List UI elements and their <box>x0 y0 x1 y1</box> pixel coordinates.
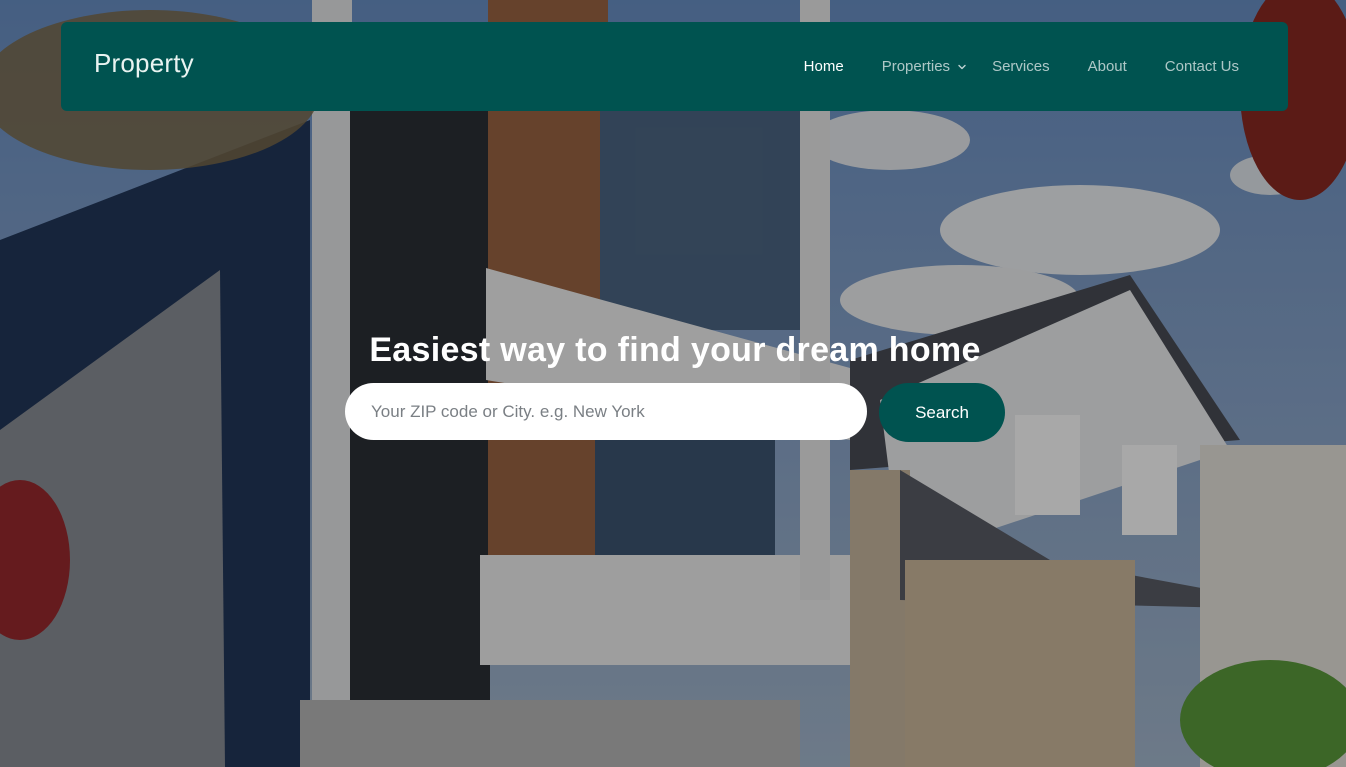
nav-item-label: Properties <box>881 58 951 75</box>
brand-logo[interactable]: Property <box>94 48 194 79</box>
nav-item-about[interactable]: About <box>1088 58 1127 75</box>
nav-menu: Home Properties Services About Contact U… <box>804 22 1239 111</box>
navbar: Property Home Properties Services About … <box>61 22 1288 111</box>
nav-item-home[interactable]: Home <box>804 58 844 75</box>
hero-title: Easiest way to find your dream home <box>369 330 981 369</box>
nav-item-properties[interactable]: Properties <box>882 58 968 75</box>
nav-item-services[interactable]: Services <box>992 58 1050 75</box>
search-button[interactable]: Search <box>879 383 1005 442</box>
chevron-down-icon <box>958 64 966 69</box>
nav-item-label: Contact Us <box>1164 58 1239 75</box>
nav-item-contact[interactable]: Contact Us <box>1165 58 1239 75</box>
search-input[interactable] <box>345 383 867 440</box>
hero-section: Property Home Properties Services About … <box>0 0 1346 767</box>
nav-item-label: Services <box>992 58 1050 75</box>
nav-item-label: Home <box>803 58 844 75</box>
nav-item-label: About <box>1087 58 1127 75</box>
